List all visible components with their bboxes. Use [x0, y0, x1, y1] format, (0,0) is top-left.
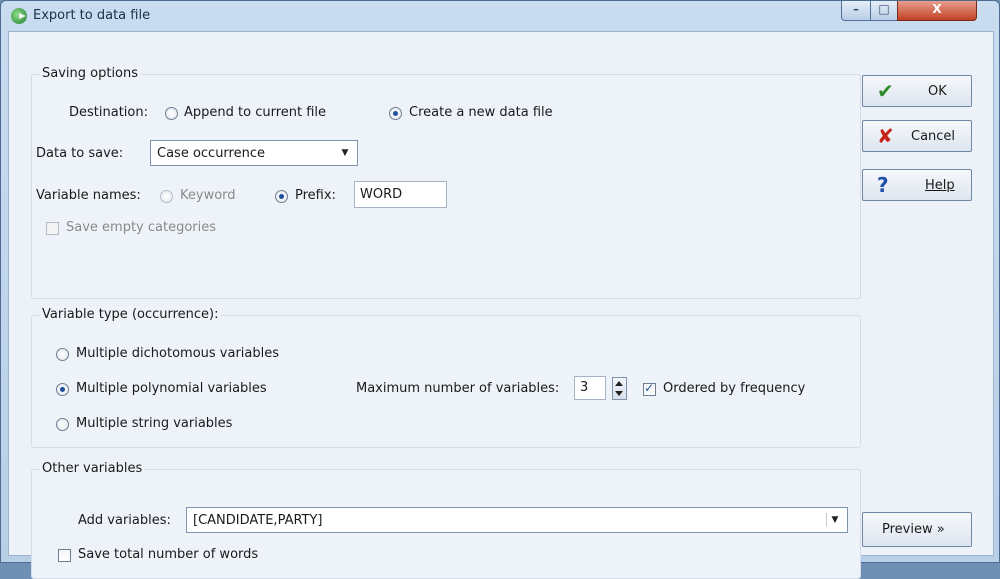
maximize-icon: □	[878, 2, 890, 16]
preview-button[interactable]: Preview »	[862, 512, 972, 547]
ok-label: OK	[928, 84, 947, 99]
max-variables-value: 3	[580, 380, 589, 395]
prefix-input[interactable]: WORD	[354, 181, 447, 208]
window-title: Export to data file	[33, 8, 151, 23]
other-variables-legend: Other variables	[40, 461, 145, 476]
save-empty-checkbox[interactable]	[46, 222, 59, 235]
keyword-radio[interactable]	[160, 190, 173, 203]
max-variables-stepper[interactable]	[612, 377, 627, 400]
prefix-label[interactable]: Prefix:	[295, 188, 336, 203]
data-to-save-select[interactable]: Case occurrence ▼	[150, 140, 358, 166]
title-bar[interactable]: Export to data file – □ X	[1, 1, 999, 31]
string-label[interactable]: Multiple string variables	[76, 416, 232, 431]
add-variables-combo[interactable]: [CANDIDATE,PARTY] ▼	[186, 507, 848, 533]
data-to-save-value: Case occurrence	[157, 146, 265, 161]
polynomial-label[interactable]: Multiple polynomial variables	[76, 381, 267, 396]
polynomial-radio[interactable]	[56, 383, 69, 396]
create-label[interactable]: Create a new data file	[409, 105, 553, 120]
chevron-down-icon[interactable]: ▼	[826, 513, 843, 527]
help-button[interactable]: ? Help	[862, 169, 972, 201]
keyword-label[interactable]: Keyword	[180, 188, 236, 203]
dialog-client: Saving options Destination: Append to cu…	[8, 31, 994, 579]
stepper-down-icon[interactable]	[615, 391, 623, 396]
variable-names-label: Variable names:	[36, 188, 141, 203]
minimize-icon: –	[853, 2, 859, 16]
string-radio[interactable]	[56, 418, 69, 431]
cancel-button[interactable]: ✘ Cancel	[862, 120, 972, 152]
saving-options-group: Saving options Destination: Append to cu…	[31, 66, 861, 299]
help-label: Help	[925, 178, 955, 193]
dichotomous-radio[interactable]	[56, 348, 69, 361]
prefix-value: WORD	[360, 187, 403, 202]
saving-options-legend: Saving options	[40, 66, 141, 81]
append-radio[interactable]	[165, 107, 178, 120]
ok-button[interactable]: ✔ OK	[862, 75, 972, 107]
close-button[interactable]: X	[897, 1, 977, 21]
ordered-checkbox[interactable]	[643, 381, 656, 396]
app-icon	[11, 8, 27, 24]
cancel-label: Cancel	[911, 129, 956, 144]
dichotomous-label[interactable]: Multiple dichotomous variables	[76, 346, 279, 361]
check-icon: ✔	[877, 79, 894, 103]
preview-label: Preview »	[882, 522, 945, 537]
close-icon: X	[932, 2, 942, 16]
append-label[interactable]: Append to current file	[184, 105, 326, 120]
create-radio[interactable]	[389, 107, 402, 120]
ordered-label[interactable]: Ordered by frequency	[663, 381, 805, 396]
data-to-save-label: Data to save:	[36, 146, 124, 161]
save-empty-label[interactable]: Save empty categories	[66, 220, 216, 235]
add-variables-value: [CANDIDATE,PARTY]	[193, 513, 323, 528]
maximize-button[interactable]: □	[870, 1, 898, 21]
prefix-radio[interactable]	[275, 190, 288, 203]
variable-type-group: Variable type (occurrence): Multiple dic…	[31, 307, 861, 448]
save-total-label[interactable]: Save total number of words	[78, 547, 258, 562]
destination-label: Destination:	[69, 105, 148, 120]
question-icon: ?	[877, 173, 889, 197]
max-variables-input[interactable]: 3	[574, 376, 606, 400]
minimize-button[interactable]: –	[841, 1, 871, 21]
chevron-down-icon[interactable]: ▼	[337, 146, 353, 160]
max-variables-label: Maximum number of variables:	[356, 381, 560, 396]
add-variables-label: Add variables:	[78, 513, 171, 528]
x-icon: ✘	[877, 124, 894, 148]
stepper-up-icon[interactable]	[615, 381, 623, 386]
save-total-checkbox[interactable]	[58, 549, 71, 562]
dialog-window: Export to data file – □ X Saving options…	[0, 0, 1000, 579]
variable-type-legend: Variable type (occurrence):	[40, 307, 221, 322]
